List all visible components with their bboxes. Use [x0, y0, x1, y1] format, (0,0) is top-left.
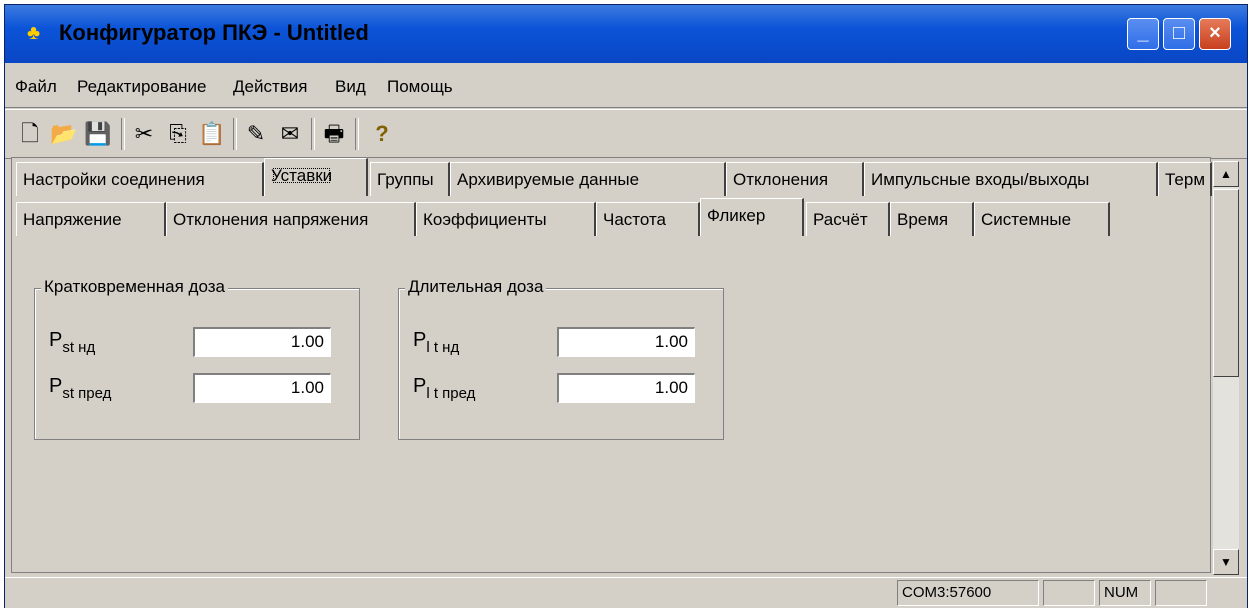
save-icon[interactable]: 💾: [83, 120, 113, 148]
subtab-frequency[interactable]: Частота: [596, 202, 700, 236]
plt-nd-label: Pl t нд: [413, 329, 460, 356]
short-dose-title: Кратковременная доза: [41, 277, 228, 297]
scroll-up-button[interactable]: ▲: [1213, 161, 1239, 187]
close-button[interactable]: ×: [1199, 18, 1231, 50]
pst-nd-label: Pst нд: [49, 329, 96, 356]
tab-archived-data[interactable]: Архивируемые данные: [450, 162, 726, 196]
pst-pred-label: Pst пред: [49, 375, 112, 402]
subtab-coefficients[interactable]: Коэффициенты: [416, 202, 596, 236]
pst-pred-input[interactable]: 1.00: [193, 373, 331, 403]
menu-actions[interactable]: Действия: [233, 77, 307, 97]
title-bar[interactable]: ♣ Конфигуратор ПКЭ - Untitled _ □ ×: [5, 5, 1247, 63]
print-icon[interactable]: 🖶: [319, 120, 349, 148]
pst-nd-input[interactable]: 1.00: [193, 327, 331, 357]
menu-help[interactable]: Помощь: [387, 77, 453, 97]
tab-groups[interactable]: Группы: [370, 162, 450, 196]
write-device-icon[interactable]: ✉: [275, 120, 305, 148]
tab-deviations[interactable]: Отклонения: [726, 162, 864, 196]
copy-icon[interactable]: ⎘: [163, 120, 193, 148]
subtab-time[interactable]: Время: [890, 202, 974, 236]
toolbar: 🗋 📂 💾 ✂ ⎘ 📋 ✎ ✉ 🖶 ?: [5, 109, 1247, 159]
app-window: ♣ Конфигуратор ПКЭ - Untitled _ □ × Файл…: [4, 4, 1248, 608]
subtab-calculation[interactable]: Расчёт: [806, 202, 890, 236]
status-port: COM3:57600: [897, 580, 1039, 606]
vertical-scrollbar[interactable]: ▲ ▼: [1213, 161, 1239, 575]
scroll-thumb[interactable]: [1213, 189, 1239, 377]
status-bar: COM3:57600 NUM: [5, 577, 1247, 608]
subtab-voltage-deviations[interactable]: Отклонения напряжения: [166, 202, 416, 236]
read-device-icon[interactable]: ✎: [241, 120, 271, 148]
window-title: Конфигуратор ПКЭ - Untitled: [59, 20, 369, 45]
menu-bar: Файл Редактирование Действия Вид Помощь: [5, 65, 1247, 108]
maximize-button[interactable]: □: [1163, 18, 1195, 50]
cut-icon[interactable]: ✂: [129, 120, 159, 148]
menu-file[interactable]: Файл: [15, 77, 57, 97]
plt-pred-label: Pl t пред: [413, 375, 476, 402]
toolbar-separator: [311, 118, 315, 150]
long-dose-title: Длительная доза: [405, 277, 547, 297]
status-num: NUM: [1099, 580, 1151, 606]
tab-pulse-io[interactable]: Импульсные входы/выходы: [864, 162, 1158, 196]
status-empty: [1043, 580, 1095, 606]
help-icon[interactable]: ?: [367, 120, 397, 148]
plt-nd-input[interactable]: 1.00: [557, 327, 695, 357]
tab-term[interactable]: Терм: [1158, 162, 1212, 196]
toolbar-separator: [355, 118, 359, 150]
subtab-system[interactable]: Системные: [974, 202, 1110, 236]
minimize-button[interactable]: _: [1127, 18, 1159, 50]
client-area: Настройки соединения Уставки Группы Архи…: [11, 157, 1212, 573]
tab-connection-settings[interactable]: Настройки соединения: [16, 162, 264, 196]
app-icon: ♣: [27, 22, 41, 44]
subtab-flicker[interactable]: Фликер: [700, 198, 804, 236]
plt-pred-input[interactable]: 1.00: [557, 373, 695, 403]
tab-setpoints[interactable]: Уставки: [264, 158, 368, 196]
toolbar-separator: [233, 118, 237, 150]
menu-edit[interactable]: Редактирование: [77, 77, 207, 97]
open-folder-icon[interactable]: 📂: [49, 120, 79, 148]
scroll-down-button[interactable]: ▼: [1213, 549, 1239, 575]
paste-icon[interactable]: 📋: [197, 120, 227, 148]
short-dose-group: Кратковременная доза Pst нд 1.00 Pst пре…: [34, 277, 360, 440]
menu-view[interactable]: Вид: [335, 77, 366, 97]
long-dose-group: Длительная доза Pl t нд 1.00 Pl t пред 1…: [398, 277, 724, 440]
status-empty: [1155, 580, 1207, 606]
subtab-voltage[interactable]: Напряжение: [16, 202, 166, 236]
toolbar-separator: [121, 118, 125, 150]
new-file-icon[interactable]: 🗋: [15, 120, 45, 148]
